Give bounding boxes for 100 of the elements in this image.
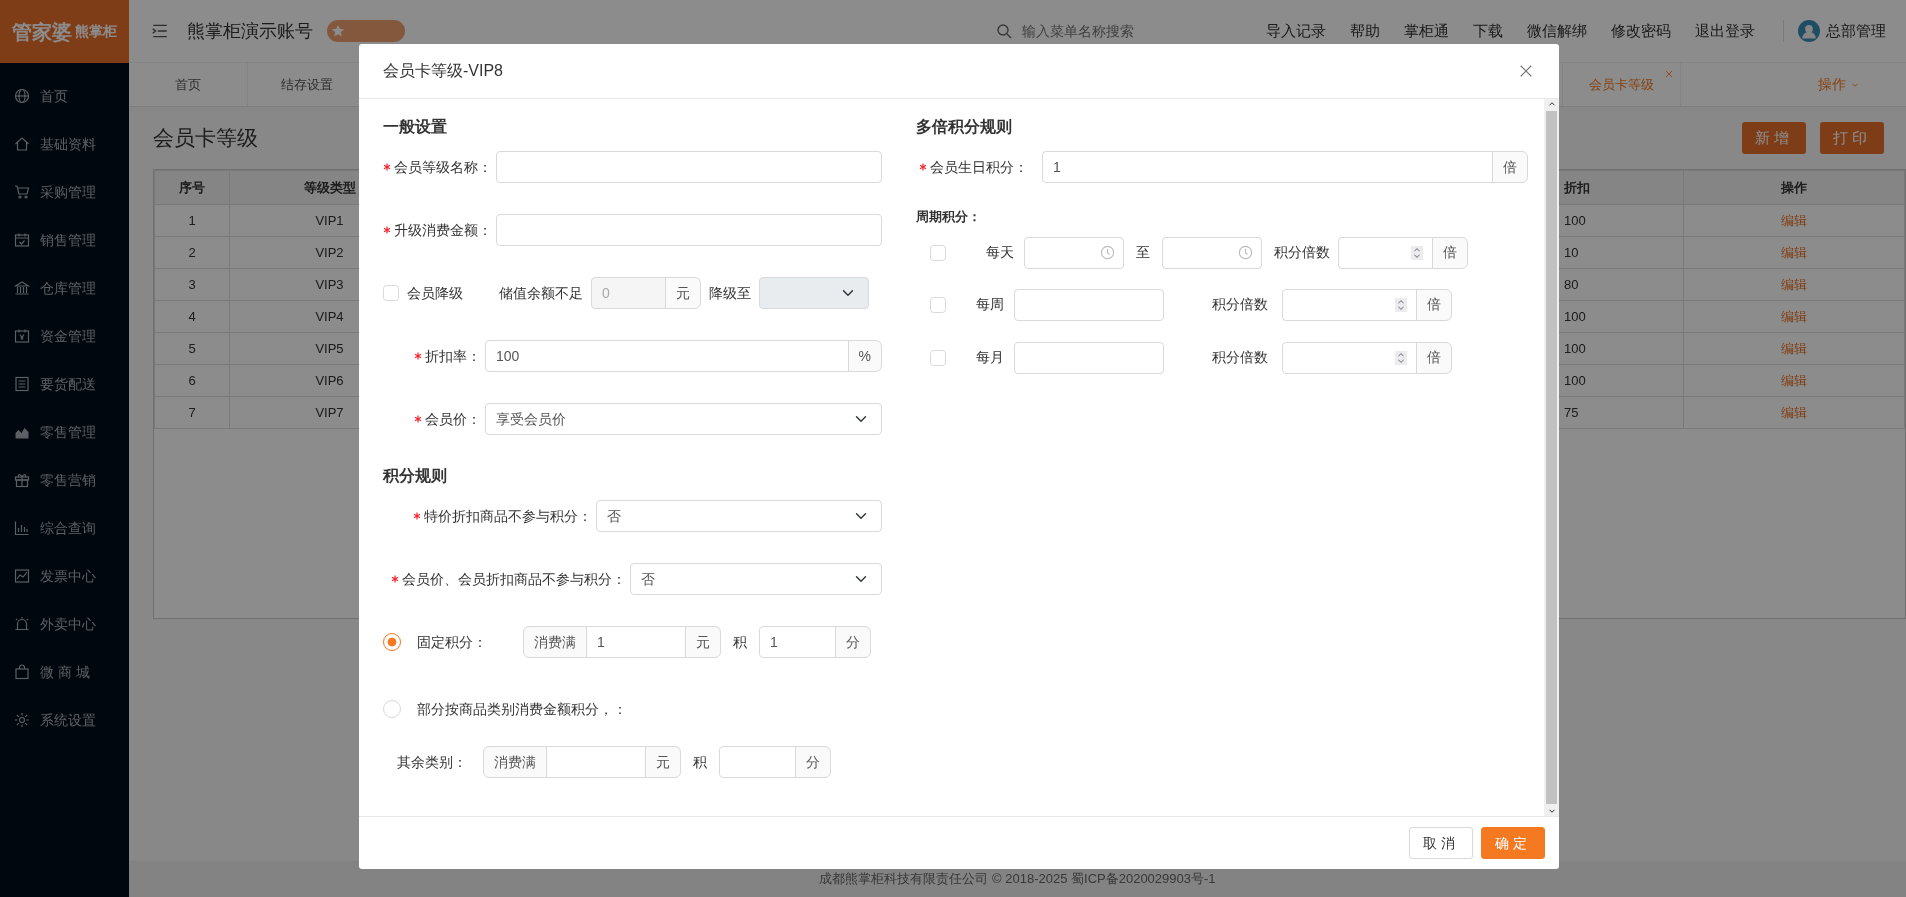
edit-link[interactable]: 编辑 [1781, 372, 1807, 388]
table-cell: 3 [154, 268, 230, 301]
points-field[interactable] [719, 746, 796, 778]
table-cell: 4 [154, 300, 230, 333]
action-button[interactable]: 新增 [1742, 122, 1806, 154]
amount-field[interactable]: 1 [586, 626, 686, 658]
number-field[interactable] [1282, 341, 1417, 374]
select-field[interactable]: 否 [596, 500, 882, 532]
unit-label: 倍 [1416, 341, 1452, 374]
sidebar-item[interactable]: 系统设置 [0, 696, 129, 744]
select-field[interactable]: 否 [630, 563, 882, 595]
line-chart-icon [14, 568, 30, 584]
gear-icon [14, 712, 30, 728]
sidebar-item[interactable]: 首页 [0, 72, 129, 120]
user-name[interactable]: 总部管理 [1826, 19, 1886, 43]
unit-label: 倍 [1492, 151, 1528, 183]
clock-icon [1100, 245, 1115, 260]
close-icon[interactable] [1664, 69, 1674, 79]
list-icon [14, 376, 30, 392]
header-link[interactable]: 帮助 [1350, 19, 1380, 43]
checkbox[interactable] [930, 296, 946, 313]
unit-label: % [847, 340, 882, 372]
time-field[interactable] [1024, 236, 1124, 269]
radio-button[interactable] [383, 633, 401, 651]
unit-label: 元 [645, 746, 681, 778]
number-field[interactable] [1338, 236, 1433, 269]
radio-label: 固定积分： [417, 632, 487, 652]
text-field[interactable] [1014, 288, 1164, 321]
time-field[interactable] [1162, 236, 1262, 269]
globe-icon [14, 88, 30, 104]
checkbox[interactable] [930, 349, 946, 366]
header-link[interactable]: 掌柜通 [1404, 19, 1449, 43]
sidebar-item[interactable]: 要货配送 [0, 360, 129, 408]
sidebar-item[interactable]: 综合查询 [0, 504, 129, 552]
points-field[interactable]: 1 [759, 626, 836, 658]
tab[interactable]: 会员卡等级 [1562, 63, 1681, 106]
section-heading: 多倍积分规则 [916, 117, 1013, 137]
text-field[interactable] [496, 151, 882, 183]
edit-link[interactable]: 编辑 [1781, 244, 1807, 260]
header-link[interactable]: 退出登录 [1695, 19, 1755, 43]
amount-field[interactable] [546, 746, 646, 778]
sidebar-item[interactable]: 采购管理 [0, 168, 129, 216]
scrollbar[interactable] [1544, 99, 1559, 816]
sidebar-item[interactable]: 外卖中心 [0, 600, 129, 648]
unit-label: 元 [665, 277, 701, 309]
edit-link[interactable]: 编辑 [1781, 308, 1807, 324]
field-label: 积分倍数 [1274, 243, 1330, 262]
star-icon [331, 24, 345, 38]
cart-icon [14, 184, 30, 200]
alarm-icon [14, 616, 30, 632]
spinner-icon [1410, 244, 1424, 261]
house-icon [14, 136, 30, 152]
sidebar-item[interactable]: 发票中心 [0, 552, 129, 600]
table-cell: 2 [154, 236, 230, 269]
action-button[interactable]: 打印 [1820, 122, 1884, 154]
field-label: 积 [733, 632, 747, 652]
field-label: 每周 [976, 295, 1004, 314]
edit-link[interactable]: 编辑 [1781, 212, 1807, 228]
sidebar-item[interactable]: 销售管理 [0, 216, 129, 264]
text-field[interactable]: 1 [1042, 151, 1493, 183]
number-field[interactable] [1282, 288, 1417, 321]
text-field[interactable]: 100 [485, 340, 849, 372]
sidebar-item[interactable]: 基础资料 [0, 120, 129, 168]
text-field[interactable] [1014, 341, 1164, 374]
search-field[interactable]: 输入菜单名称搜索 [1020, 19, 1220, 43]
field-label: 积 [693, 752, 707, 772]
field-label: 特价折扣商品不参与积分： [424, 506, 592, 526]
table-cell: 1 [154, 204, 230, 237]
table-cell: 7 [154, 396, 230, 429]
sidebar-item[interactable]: 微 商 城 [0, 648, 129, 696]
prefix-label: 消费满 [523, 626, 587, 658]
unit-label: 元 [685, 626, 721, 658]
select-field[interactable]: 享受会员价 [485, 403, 882, 435]
bank-icon [14, 280, 30, 296]
edit-link[interactable]: 编辑 [1781, 340, 1807, 356]
checkbox[interactable] [930, 244, 946, 261]
field-label: 会员价、会员折扣商品不参与积分： [402, 569, 626, 589]
radio-label: 部分按商品类别消费金额积分，： [417, 699, 627, 719]
header-link[interactable]: 修改密码 [1611, 19, 1671, 43]
calendar-icon [14, 232, 30, 248]
sidebar-item[interactable]: 仓库管理 [0, 264, 129, 312]
spinner-icon [1394, 349, 1408, 366]
field-label: 会员生日积分： [930, 157, 1028, 177]
sidebar-item[interactable]: 零售营销 [0, 456, 129, 504]
edit-link[interactable]: 编辑 [1781, 404, 1807, 420]
unit-label: 分 [795, 746, 831, 778]
header-link[interactable]: 导入记录 [1266, 19, 1326, 43]
cancel-button[interactable]: 取消 [1409, 827, 1473, 859]
sidebar-item[interactable]: 资金管理 [0, 312, 129, 360]
operations-menu[interactable]: 操作 [1812, 63, 1866, 106]
calendar-icon [14, 328, 30, 344]
subsection-heading: 周期积分： [916, 208, 982, 226]
sidebar-item[interactable]: 零售管理 [0, 408, 129, 456]
menu-button[interactable] [151, 22, 169, 40]
text-field[interactable] [496, 214, 882, 246]
header-link[interactable]: 微信解绑 [1527, 19, 1587, 43]
edit-link[interactable]: 编辑 [1781, 276, 1807, 292]
confirm-button[interactable]: 确定 [1481, 827, 1545, 859]
header-link[interactable]: 下载 [1473, 19, 1503, 43]
unit-label: 倍 [1432, 236, 1468, 269]
